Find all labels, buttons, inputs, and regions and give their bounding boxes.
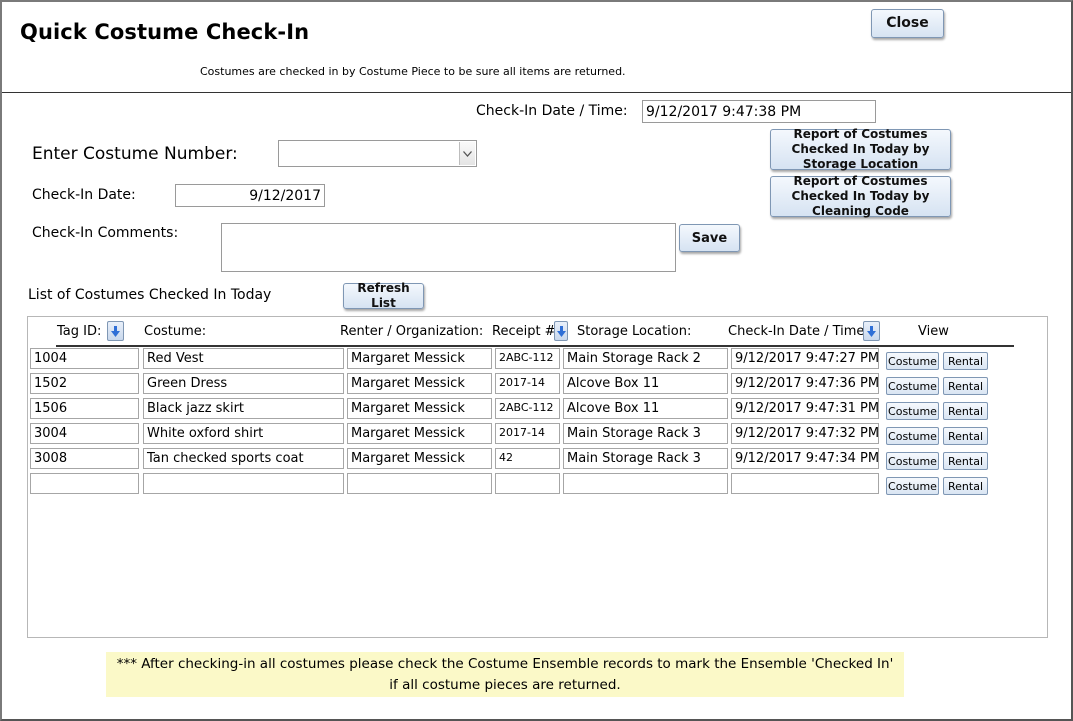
view-rental-button[interactable]: Rental [943,452,988,470]
cell-renter[interactable]: Margaret Messick [347,423,492,444]
column-header-tag-id: Tag ID: [57,324,102,339]
column-header-checkin: Check-In Date / Time [728,324,865,339]
costume-list-subform: Tag ID: Costume: Renter / Organization: … [27,316,1048,638]
sort-checkin-button[interactable] [863,321,880,341]
note-line-1: *** After checking-in all costumes pleas… [116,656,894,672]
cell-renter[interactable] [347,473,492,494]
view-rental-button[interactable]: Rental [943,377,988,395]
column-header-costume: Costume: [144,324,207,339]
view-costume-button[interactable]: Costume [886,477,939,495]
cell-storage[interactable]: Main Storage Rack 3 [563,448,728,469]
cell-renter[interactable]: Margaret Messick [347,448,492,469]
cell-tag-id[interactable]: 1004 [30,348,139,369]
cell-renter[interactable]: Margaret Messick [347,398,492,419]
view-rental-button[interactable]: Rental [943,402,988,420]
page-title: Quick Costume Check-In [20,20,310,44]
cell-tag-id[interactable]: 1502 [30,373,139,394]
save-button[interactable]: Save [679,224,740,252]
cell-checkin[interactable]: 9/12/2017 9:47:27 PM [731,348,879,369]
sort-descending-icon [867,325,876,337]
view-costume-button[interactable]: Costume [886,402,939,420]
refresh-list-button[interactable]: Refresh List [343,281,424,310]
cell-receipt[interactable]: 2017-14 [495,373,560,394]
cell-storage[interactable]: Alcove Box 11 [563,373,728,394]
header-underline [56,345,1014,347]
view-costume-button[interactable]: Costume [886,377,939,395]
column-header-renter: Renter / Organization: [340,324,484,339]
chevron-down-icon[interactable] [459,142,475,165]
report-storage-location-button[interactable]: Report of Costumes Checked In Today by S… [770,127,951,171]
cell-storage[interactable]: Main Storage Rack 2 [563,348,728,369]
cell-receipt[interactable]: 2ABC-112 [495,348,560,369]
sort-tag-id-button[interactable] [107,321,124,341]
cell-checkin[interactable]: 9/12/2017 9:47:31 PM [731,398,879,419]
column-header-view: View [918,324,949,339]
header-divider [2,92,1071,93]
checkin-comments-label: Check-In Comments: [32,225,179,241]
list-title: List of Costumes Checked In Today [28,287,272,303]
cell-costume[interactable]: Red Vest [143,348,344,369]
checkin-comments-field[interactable] [221,223,676,272]
cell-renter[interactable]: Margaret Messick [347,373,492,394]
costume-number-label: Enter Costume Number: [32,144,238,164]
view-rental-button[interactable]: Rental [943,352,988,370]
view-rental-button[interactable]: Rental [943,477,988,495]
cell-storage[interactable]: Main Storage Rack 3 [563,423,728,444]
instruction-note: *** After checking-in all costumes pleas… [106,652,904,697]
cell-tag-id[interactable]: 3004 [30,423,139,444]
view-rental-button[interactable]: Rental [943,427,988,445]
cell-tag-id[interactable]: 3008 [30,448,139,469]
cell-checkin[interactable]: 9/12/2017 9:47:34 PM [731,448,879,469]
column-header-receipt: Receipt #: [492,324,560,339]
cell-receipt[interactable]: 2ABC-112 [495,398,560,419]
sort-descending-icon [556,325,566,337]
cell-receipt[interactable]: 2017-14 [495,423,560,444]
cell-receipt[interactable]: 42 [495,448,560,469]
cell-storage[interactable] [563,473,728,494]
sort-receipt-button[interactable] [554,321,568,341]
cell-checkin[interactable] [731,473,879,494]
cell-tag-id[interactable]: 1506 [30,398,139,419]
checkin-datetime-label: Check-In Date / Time: [476,103,628,119]
costume-number-combobox[interactable] [278,140,477,167]
cell-storage[interactable]: Alcove Box 11 [563,398,728,419]
cell-costume[interactable] [143,473,344,494]
sort-descending-icon [111,325,120,337]
note-line-2: if all costume pieces are returned. [389,677,621,693]
view-costume-button[interactable]: Costume [886,352,939,370]
cell-costume[interactable]: Green Dress [143,373,344,394]
column-header-storage: Storage Location: [577,324,692,339]
view-costume-button[interactable]: Costume [886,452,939,470]
checkin-datetime-field[interactable]: 9/12/2017 9:47:38 PM [642,100,876,123]
cell-renter[interactable]: Margaret Messick [347,348,492,369]
close-button[interactable]: Close [871,9,944,38]
cell-receipt[interactable] [495,473,560,494]
report-cleaning-code-button[interactable]: Report of Costumes Checked In Today by C… [770,174,951,218]
cell-costume[interactable]: White oxford shirt [143,423,344,444]
cell-costume[interactable]: Tan checked sports coat [143,448,344,469]
checkin-date-field[interactable]: 9/12/2017 [175,184,325,207]
checkin-date-value: 9/12/2017 [249,187,321,204]
cell-costume[interactable]: Black jazz skirt [143,398,344,419]
cell-tag-id[interactable] [30,473,139,494]
checkin-date-label: Check-In Date: [32,187,136,203]
cell-checkin[interactable]: 9/12/2017 9:47:36 PM [731,373,879,394]
cell-checkin[interactable]: 9/12/2017 9:47:32 PM [731,423,879,444]
page-subtitle: Costumes are checked in by Costume Piece… [200,65,626,78]
view-costume-button[interactable]: Costume [886,427,939,445]
